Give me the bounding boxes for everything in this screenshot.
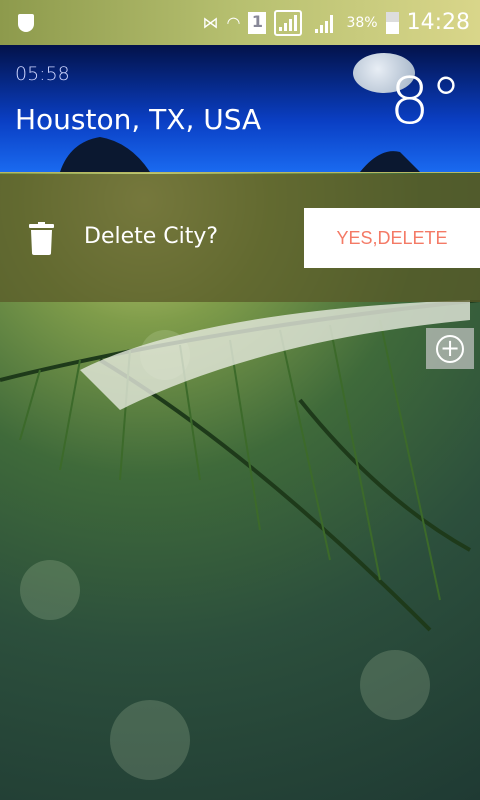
bokeh (360, 650, 430, 720)
add-circle-icon: + (436, 334, 464, 363)
trash-icon (29, 222, 54, 255)
sim-1-icon: 1 (248, 11, 267, 34)
delete-city-prompt: Delete City? YES,DELETE (0, 174, 480, 302)
pine-branch-background (0, 300, 480, 632)
local-time: 05:58 (15, 63, 70, 85)
vibrate-off-icon: ⋈ (202, 13, 219, 32)
temperature: 8° (389, 65, 462, 139)
signal-icon (310, 10, 338, 36)
shield-icon (18, 13, 34, 32)
signal-icon (274, 9, 303, 36)
city-name: Houston, TX, USA (15, 103, 262, 136)
wifi-icon: ◠ (226, 13, 241, 32)
delete-city-label: Delete City? (84, 224, 219, 249)
status-time: 14:28 (406, 10, 470, 35)
battery-percent: 38% (346, 14, 378, 31)
add-city-button[interactable]: + (426, 328, 474, 369)
status-bar: ⋈ ◠ 1 38% 14:28 (0, 0, 480, 45)
bokeh (110, 700, 190, 780)
city-card[interactable]: 05:58 Houston, TX, USA 8° (0, 45, 480, 173)
confirm-delete-button[interactable]: YES,DELETE (304, 208, 480, 268)
battery-icon (385, 11, 399, 34)
